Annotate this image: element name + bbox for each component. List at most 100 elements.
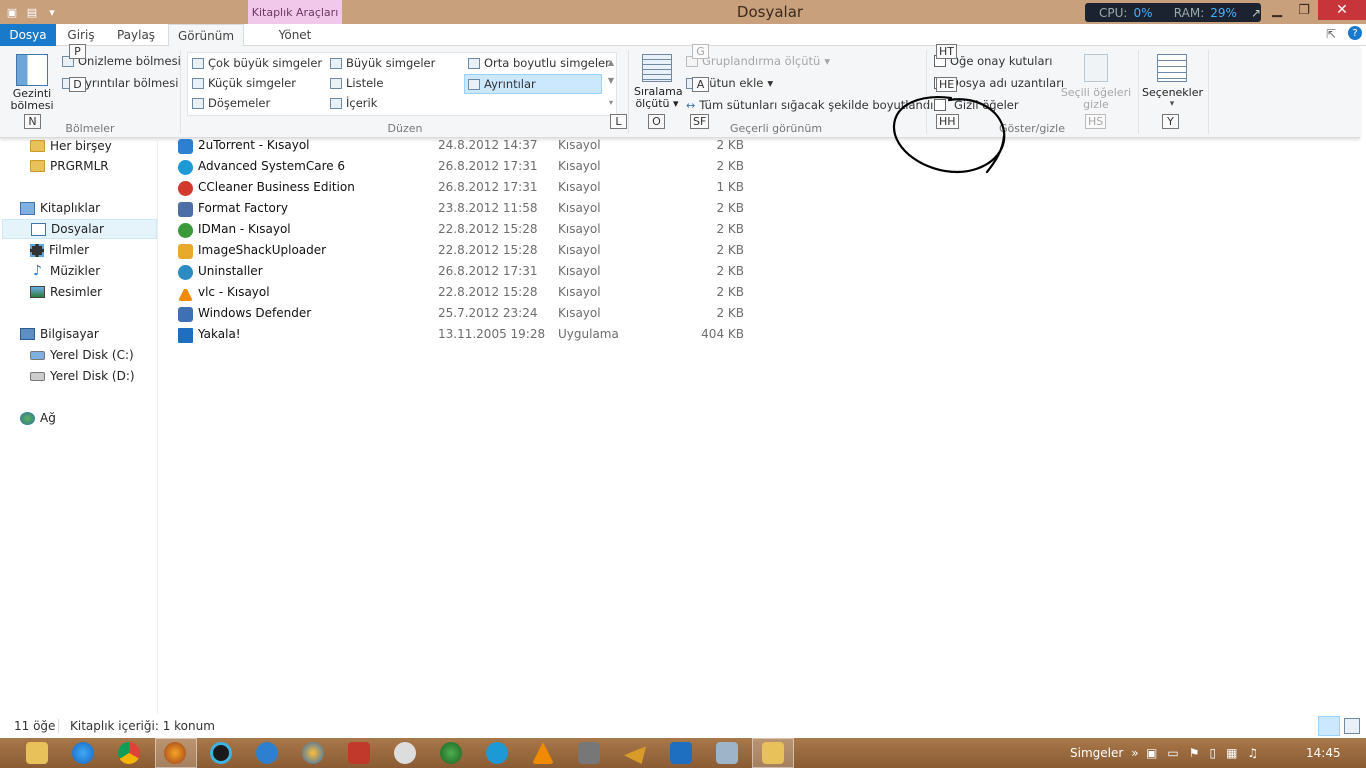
layout-medium-icons[interactable]: Orta boyutlu simgeler	[468, 54, 610, 72]
table-row[interactable]: IDMan - Kısayol 22.8.2012 15:28 Kısayol 2 K…	[176, 220, 756, 241]
table-row[interactable]: Windows Defender 25.7.2012 23:24 Kısayol 2 …	[176, 304, 756, 325]
nav-label: Filmler	[49, 243, 90, 257]
preview-pane-label: Önizleme bölmesi	[78, 54, 181, 68]
cpu-label: CPU:	[1099, 5, 1128, 20]
vlc-task-icon[interactable]	[532, 742, 554, 764]
close-button[interactable]: ✕	[1318, 0, 1366, 20]
layout-content[interactable]: İçerik	[330, 94, 377, 112]
layout-large-icons[interactable]: Büyük simgeler	[330, 54, 435, 72]
nav-item-network[interactable]: Ağ	[20, 408, 56, 428]
nav-item-disk-d[interactable]: Yerel Disk (D:)	[30, 366, 135, 386]
desktop-icon[interactable]: ▭	[1167, 746, 1178, 760]
properties-icon[interactable]: ▣	[4, 4, 20, 20]
explorer-icon[interactable]	[26, 742, 48, 764]
group-label-layout: Düzen	[387, 122, 423, 135]
calculator-icon[interactable]	[578, 742, 600, 764]
internet-explorer-icon[interactable]	[72, 742, 94, 764]
media-player-icon[interactable]	[302, 742, 324, 764]
nav-item-everything[interactable]: Her birşey	[30, 136, 112, 156]
maximize-button[interactable]: ❐	[1291, 0, 1317, 20]
tab-home[interactable]: Giriş	[58, 24, 104, 46]
layout-extra-large-icons[interactable]: Çok büyük simgeler	[192, 54, 322, 72]
new-folder-icon[interactable]: ▤	[24, 4, 40, 20]
minimize-button[interactable]: ▁	[1264, 0, 1290, 20]
ribbon-view: Gezinti bölmesi Önizleme bölmesi Ayrıntı…	[0, 44, 1360, 138]
group-separator	[628, 50, 629, 134]
tab-file[interactable]: Dosya	[0, 24, 56, 46]
nav-item-music[interactable]: ♪ Müzikler	[30, 261, 100, 281]
volume-icon[interactable]: ♫	[1247, 746, 1258, 760]
toolbar-label[interactable]: Simgeler »	[1070, 738, 1139, 768]
systemcare-task-icon[interactable]	[486, 742, 508, 764]
table-row[interactable]: Yakala! 13.11.2005 19:28 Uygulama 404 KB	[176, 325, 756, 346]
tab-manage[interactable]: Yönet	[248, 24, 342, 46]
power-icon[interactable]: ▯	[1209, 746, 1216, 760]
flag-icon[interactable]: ⚑	[1189, 746, 1200, 760]
table-row[interactable]: CCleaner Business Edition 26.8.2012 17:31…	[176, 178, 756, 199]
hidden-items-checkbox[interactable]	[934, 99, 946, 111]
file-size: 2 KB	[716, 243, 744, 257]
nav-label: Yerel Disk (C:)	[50, 348, 134, 362]
chrome-icon[interactable]	[118, 742, 140, 764]
ccleaner-icon	[178, 181, 193, 196]
nav-item-disk-c[interactable]: Yerel Disk (C:)	[30, 345, 134, 365]
keytip-ht: HT	[936, 44, 957, 59]
nav-item-videos[interactable]: Filmler	[30, 240, 89, 260]
ccleaner-task-icon[interactable]	[210, 742, 232, 764]
windows-defender-icon	[178, 307, 193, 322]
table-row[interactable]: Uninstaller 26.8.2012 17:31 Kısayol 2 KB	[176, 262, 756, 283]
layout-small-icons[interactable]: Küçük simgeler	[192, 74, 296, 92]
app-icon[interactable]	[394, 742, 416, 764]
keytip-g: G	[692, 44, 709, 59]
table-row[interactable]: ImageShackUploader 22.8.2012 15:28 Kısayol…	[176, 241, 756, 262]
help-icon[interactable]: ?	[1348, 26, 1362, 40]
network-tray-icon[interactable]: ▦	[1226, 746, 1237, 760]
gallery-scroll-up[interactable]: ▲	[605, 52, 617, 72]
tab-view[interactable]: Görünüm	[168, 24, 244, 47]
file-extensions-label: Dosya adı uzantıları	[950, 76, 1065, 90]
chevron-down-icon[interactable]: ▾	[44, 4, 60, 20]
yakala-task-icon[interactable]	[670, 742, 692, 764]
nav-item-computer[interactable]: Bilgisayar	[20, 324, 99, 344]
nav-item-prgrmlr[interactable]: PRGRMLR	[30, 156, 109, 176]
chevron-right-icon[interactable]: »	[1131, 746, 1138, 760]
gallery-scroll-down[interactable]: ▼	[605, 70, 617, 90]
details-view-icon[interactable]	[1318, 716, 1340, 736]
large-icons-view-icon[interactable]	[1344, 718, 1360, 734]
tool-icon[interactable]	[624, 746, 646, 764]
nav-item-pictures[interactable]: Resimler	[30, 282, 102, 302]
nav-label: Yerel Disk (D:)	[50, 369, 135, 383]
gallery-more[interactable]: ▾	[605, 92, 617, 112]
nav-label: Her birşey	[50, 139, 112, 153]
nav-item-documents[interactable]: Dosyalar	[2, 219, 157, 239]
nav-item-libraries[interactable]: Kitaplıklar	[20, 198, 100, 218]
options-button[interactable]: Seçenekler ▾	[1142, 54, 1203, 109]
pin-icon[interactable]: ⇱	[1326, 27, 1336, 41]
sort-by-button[interactable]: Sıralama ölçütü ▾	[634, 54, 683, 110]
resize-columns-icon: ↔	[686, 98, 696, 112]
table-row[interactable]: Format Factory 23.8.2012 11:58 Kısayol 2 KB	[176, 199, 756, 220]
window-app-icon[interactable]	[716, 742, 738, 764]
hidden-items-toggle[interactable]: Gizli öğeler	[934, 96, 1019, 114]
navigation-pane-icon	[16, 54, 48, 86]
yakala-tray-icon[interactable]: ▣	[1146, 746, 1157, 760]
layout-details[interactable]: Ayrıntılar	[464, 74, 602, 94]
expand-icon[interactable]: ↗	[1251, 6, 1261, 20]
table-row[interactable]: 2uTorrent - Kısayol 24.8.2012 14:37 Kısayo…	[176, 136, 756, 157]
size-all-columns-button[interactable]: ↔ Tüm sütunları sığacak şekilde boyutland…	[686, 96, 938, 114]
layout-tiles[interactable]: Döşemeler	[192, 94, 270, 112]
explorer-task-icon[interactable]	[762, 742, 784, 764]
game-icon[interactable]	[348, 742, 370, 764]
group-separator	[926, 50, 927, 134]
tab-share[interactable]: Paylaş	[108, 24, 164, 46]
table-row[interactable]: vlc - Kısayol 22.8.2012 15:28 Kısayol 2 KB	[176, 283, 756, 304]
clock[interactable]: 14:45	[1306, 738, 1341, 768]
navigation-pane-button[interactable]: Gezinti bölmesi	[8, 50, 56, 120]
network-app-icon[interactable]	[440, 742, 462, 764]
hide-selected-button[interactable]: Seçili öğeleri gizle	[1060, 54, 1132, 111]
layout-list[interactable]: Listele	[330, 74, 383, 92]
keytip-hh: HH	[936, 114, 959, 129]
table-row[interactable]: Advanced SystemCare 6 26.8.2012 17:31 Kısa…	[176, 157, 756, 178]
firefox-icon[interactable]	[164, 742, 186, 764]
utorrent-task-icon[interactable]	[256, 742, 278, 764]
